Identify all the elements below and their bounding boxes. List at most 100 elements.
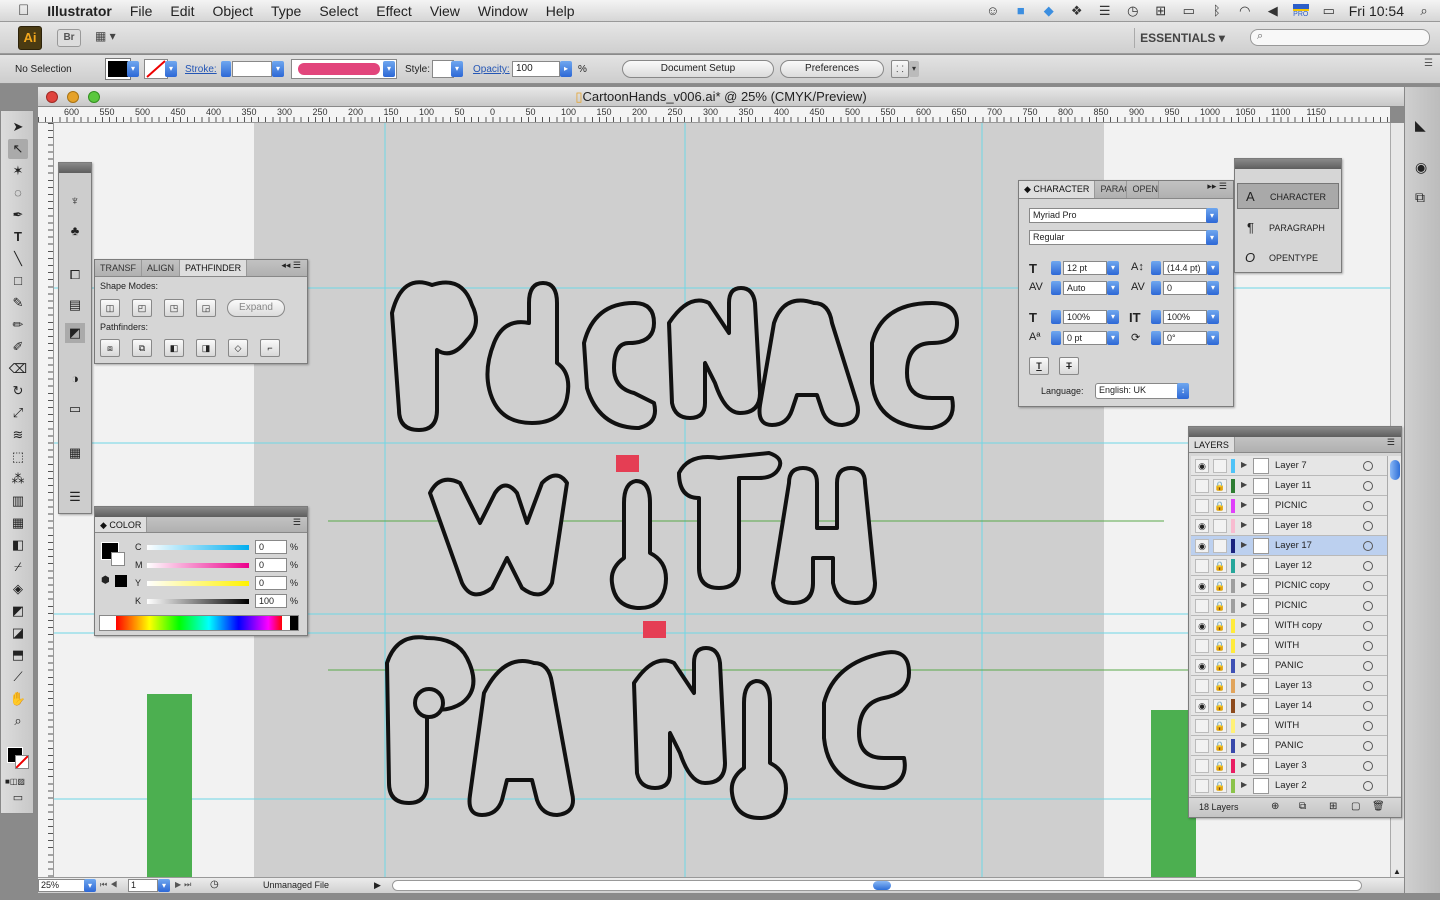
lock-icon[interactable]: 🔒 (1213, 779, 1227, 793)
layer-name[interactable]: Layer 12 (1275, 560, 1312, 571)
bridge-button[interactable]: Br (57, 29, 81, 47)
target-circle-icon[interactable] (1363, 501, 1373, 511)
menu-object[interactable]: Object (204, 3, 262, 19)
time-machine-icon[interactable]: ◷ (1125, 4, 1141, 18)
new-layer-icon[interactable]: ▢ (1351, 801, 1360, 812)
underline-icon[interactable]: T (1029, 357, 1049, 375)
tab-character[interactable]: ◆ CHARACTER (1019, 181, 1096, 198)
menu-file[interactable]: File (121, 3, 162, 19)
lock-icon[interactable]: 🔒 (1213, 619, 1227, 633)
layer-name[interactable]: PICNIC copy (1275, 580, 1330, 591)
expand-triangle-icon[interactable]: ▶ (1241, 680, 1247, 689)
tracking-stepper[interactable] (1151, 281, 1161, 295)
pathfinder-icon[interactable]: ◩ (65, 323, 85, 343)
lock-icon[interactable]: 🔒 (1213, 499, 1227, 513)
slice-tool-icon[interactable]: ⟋ (8, 667, 28, 687)
expand-triangle-icon[interactable]: ▶ (1241, 500, 1247, 509)
rotation-dropdown[interactable]: ▾ (1207, 331, 1219, 345)
selection-tool-icon[interactable]: ➤ (8, 117, 28, 137)
lock-icon[interactable]: 🔒 (1213, 759, 1227, 773)
hand-tool-icon[interactable]: ✋ (8, 689, 28, 709)
stroke-weight-field[interactable] (232, 61, 272, 77)
blend-tool-icon[interactable]: ◈ (8, 579, 28, 599)
zoom-window-icon[interactable] (88, 91, 100, 103)
target-circle-icon[interactable] (1363, 541, 1373, 551)
scroll-up-icon[interactable]: ▲ (1393, 867, 1401, 876)
color-mode-icons[interactable]: ■◫▨ (5, 777, 31, 786)
warp-tool-icon[interactable]: ≋ (8, 425, 28, 445)
layer-name[interactable]: Layer 18 (1275, 520, 1312, 531)
target-circle-icon[interactable] (1363, 661, 1373, 671)
layer-row[interactable]: 🔒 ▶ Layer 12 (1191, 556, 1387, 576)
brushes-icon[interactable]: ♆ (65, 191, 85, 211)
layer-row[interactable]: 🔒 ▶ WITH (1191, 636, 1387, 656)
visibility-eye-icon[interactable] (1195, 599, 1209, 613)
preferences-button[interactable]: Preferences (780, 60, 884, 78)
visibility-eye-icon[interactable]: ◉ (1195, 699, 1209, 713)
layer-row[interactable]: 🔒 ▶ Layer 2 (1191, 776, 1387, 796)
new-sublayer-icon[interactable]: ⊞ (1329, 801, 1337, 812)
clock[interactable]: Fri 10:54 (1349, 3, 1404, 19)
tab-align[interactable]: ALIGN (142, 260, 181, 276)
target-circle-icon[interactable] (1363, 621, 1373, 631)
lasso-tool-icon[interactable]: ◌ (8, 183, 28, 203)
expand-triangle-icon[interactable]: ▶ (1241, 460, 1247, 469)
channel-k-slider[interactable] (147, 599, 249, 604)
leading-field[interactable]: (14.4 pt) (1163, 261, 1207, 275)
vertical-scale-dropdown[interactable]: ▾ (1107, 310, 1119, 324)
line-tool-icon[interactable]: ╲ (8, 249, 28, 269)
language-dropdown[interactable]: ↕ (1177, 383, 1189, 399)
minus-back-icon[interactable]: ⌐ (260, 339, 280, 357)
layer-name[interactable]: PICNIC (1275, 600, 1307, 611)
opacity-dropdown[interactable]: ▸ (560, 61, 572, 77)
lock-icon[interactable]: 🔒 (1213, 599, 1227, 613)
status-menu-icon[interactable]: ▶ (374, 880, 381, 891)
live-paint-selection-tool-icon[interactable]: ◪ (8, 623, 28, 643)
expand-triangle-icon[interactable]: ▶ (1241, 780, 1247, 789)
color-panel-grip[interactable] (95, 507, 307, 517)
minimize-window-icon[interactable] (67, 91, 79, 103)
layer-name[interactable]: Layer 7 (1275, 460, 1307, 471)
swatches-icon[interactable]: ▦ (65, 443, 85, 463)
out-of-gamut-icon[interactable]: ⬢ (101, 575, 110, 586)
target-circle-icon[interactable] (1363, 781, 1373, 791)
volume-icon[interactable]: ◀ (1265, 4, 1281, 18)
rotation-field[interactable]: 0° (1163, 331, 1207, 345)
strikethrough-icon[interactable]: T (1059, 357, 1079, 375)
tab-transform[interactable]: TRANSF (95, 260, 142, 276)
rotate-tool-icon[interactable]: ↻ (8, 381, 28, 401)
panel-menu-icon[interactable]: ☰ (1424, 58, 1433, 69)
lock-icon[interactable] (1213, 459, 1227, 473)
gradient-tool-icon[interactable]: ◧ (8, 535, 28, 555)
lock-icon[interactable]: 🔒 (1213, 739, 1227, 753)
visibility-eye-icon[interactable] (1195, 559, 1209, 573)
layer-row[interactable]: ◉ 🔒 ▶ WITH copy (1191, 616, 1387, 636)
stroke-weight-stepper[interactable] (221, 61, 231, 77)
direct-selection-tool-icon[interactable]: ↖ (8, 139, 28, 159)
expand-triangle-icon[interactable]: ▶ (1241, 620, 1247, 629)
target-circle-icon[interactable] (1363, 701, 1373, 711)
zoom-tool-icon[interactable]: ⌕ (8, 711, 28, 731)
user-icon[interactable]: ☺ (985, 4, 1001, 18)
layer-row[interactable]: 🔒 ▶ PANIC (1191, 736, 1387, 756)
expand-triangle-icon[interactable]: ▶ (1241, 560, 1247, 569)
artboard-number-field[interactable]: 1 (128, 879, 158, 892)
menu-help[interactable]: Help (537, 3, 584, 19)
divide-icon[interactable]: ⧈ (100, 339, 120, 357)
channel-k-field[interactable]: 100 (255, 594, 287, 608)
lock-icon[interactable]: 🔒 (1213, 579, 1227, 593)
magic-wand-tool-icon[interactable]: ✶ (8, 161, 28, 181)
baseline-shift-stepper[interactable] (1051, 331, 1061, 345)
tracking-field[interactable]: 0 (1163, 281, 1207, 295)
horizontal-scale-dropdown[interactable]: ▾ (1207, 310, 1219, 324)
battery-icon[interactable]: ▭ (1321, 4, 1337, 18)
layer-row[interactable]: 🔒 ▶ Layer 13 (1191, 676, 1387, 696)
artboard-dropdown[interactable]: ▾ (158, 879, 170, 892)
layer-name[interactable]: Layer 13 (1275, 680, 1312, 691)
input-flag-icon[interactable]: PRO (1292, 4, 1309, 18)
tab-layers[interactable]: LAYERS (1189, 437, 1235, 452)
visibility-eye-icon[interactable] (1195, 739, 1209, 753)
collapse-panel-icon[interactable]: ◂◂ ☰ (275, 260, 307, 276)
target-circle-icon[interactable] (1363, 461, 1373, 471)
lock-icon[interactable]: 🔒 (1213, 639, 1227, 653)
